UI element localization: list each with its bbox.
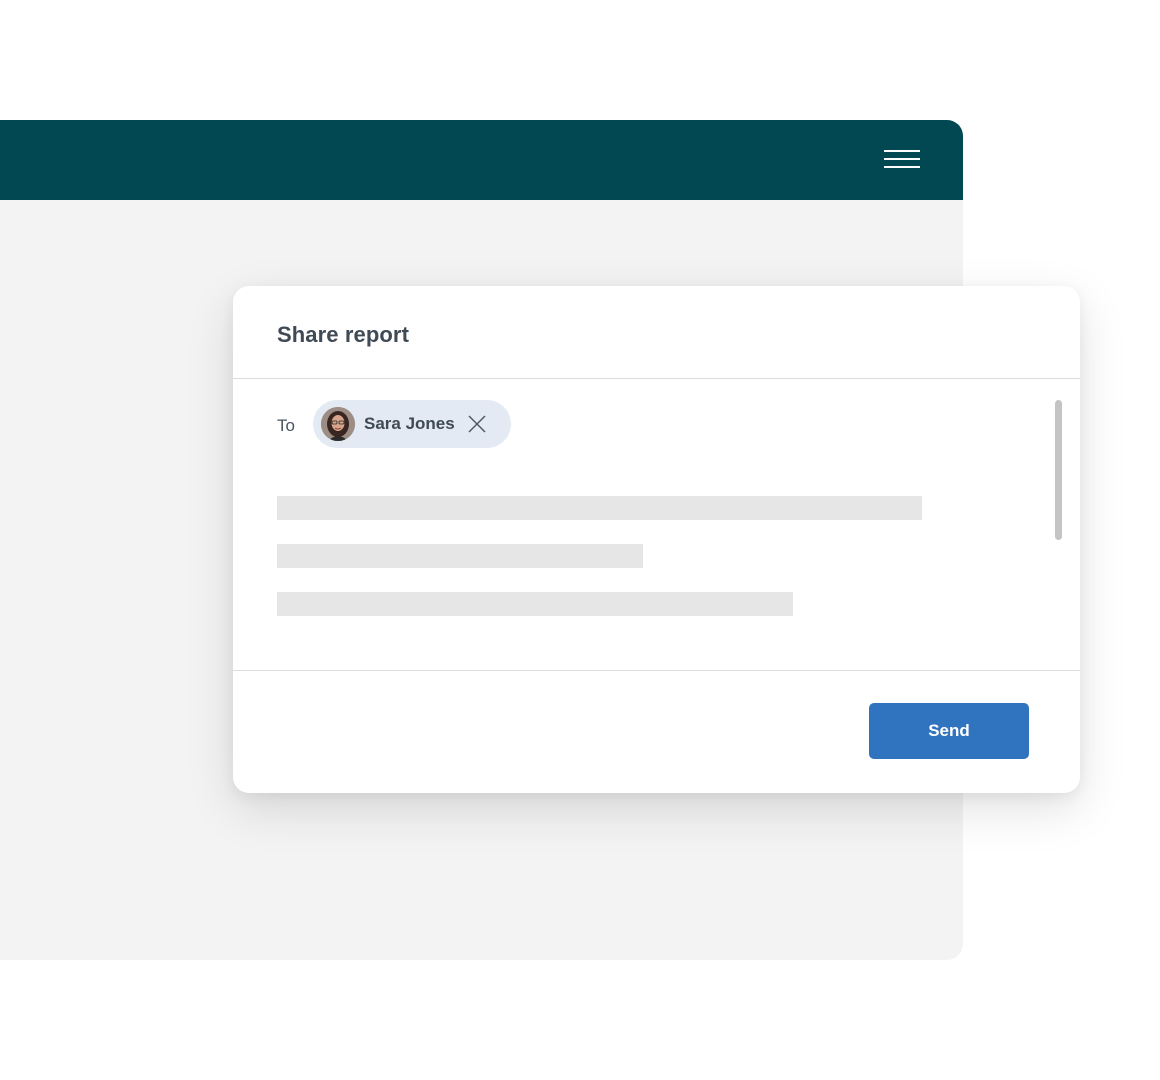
divider	[233, 378, 1080, 379]
recipient-chip[interactable]: Sara Jones	[313, 400, 511, 448]
page: Share report To Sara Jones Send	[0, 0, 1160, 1080]
user-avatar	[321, 407, 355, 441]
message-placeholder-line	[277, 544, 643, 568]
scrollbar[interactable]	[1055, 400, 1062, 540]
dialog-title: Share report	[277, 322, 410, 347]
message-placeholder-line	[277, 496, 922, 520]
hamburger-menu-icon[interactable]	[884, 150, 920, 170]
share-report-dialog: Share report To Sara Jones Send	[233, 286, 1080, 793]
to-label: To	[277, 416, 295, 435]
menu-line	[884, 158, 920, 160]
menu-line	[884, 166, 920, 168]
send-button[interactable]: Send	[869, 703, 1029, 759]
recipient-name: Sara Jones	[364, 414, 455, 433]
divider	[233, 670, 1080, 671]
message-placeholder-line	[277, 592, 793, 616]
menu-line	[884, 150, 920, 152]
close-icon[interactable]	[467, 414, 487, 434]
app-header	[0, 120, 963, 200]
